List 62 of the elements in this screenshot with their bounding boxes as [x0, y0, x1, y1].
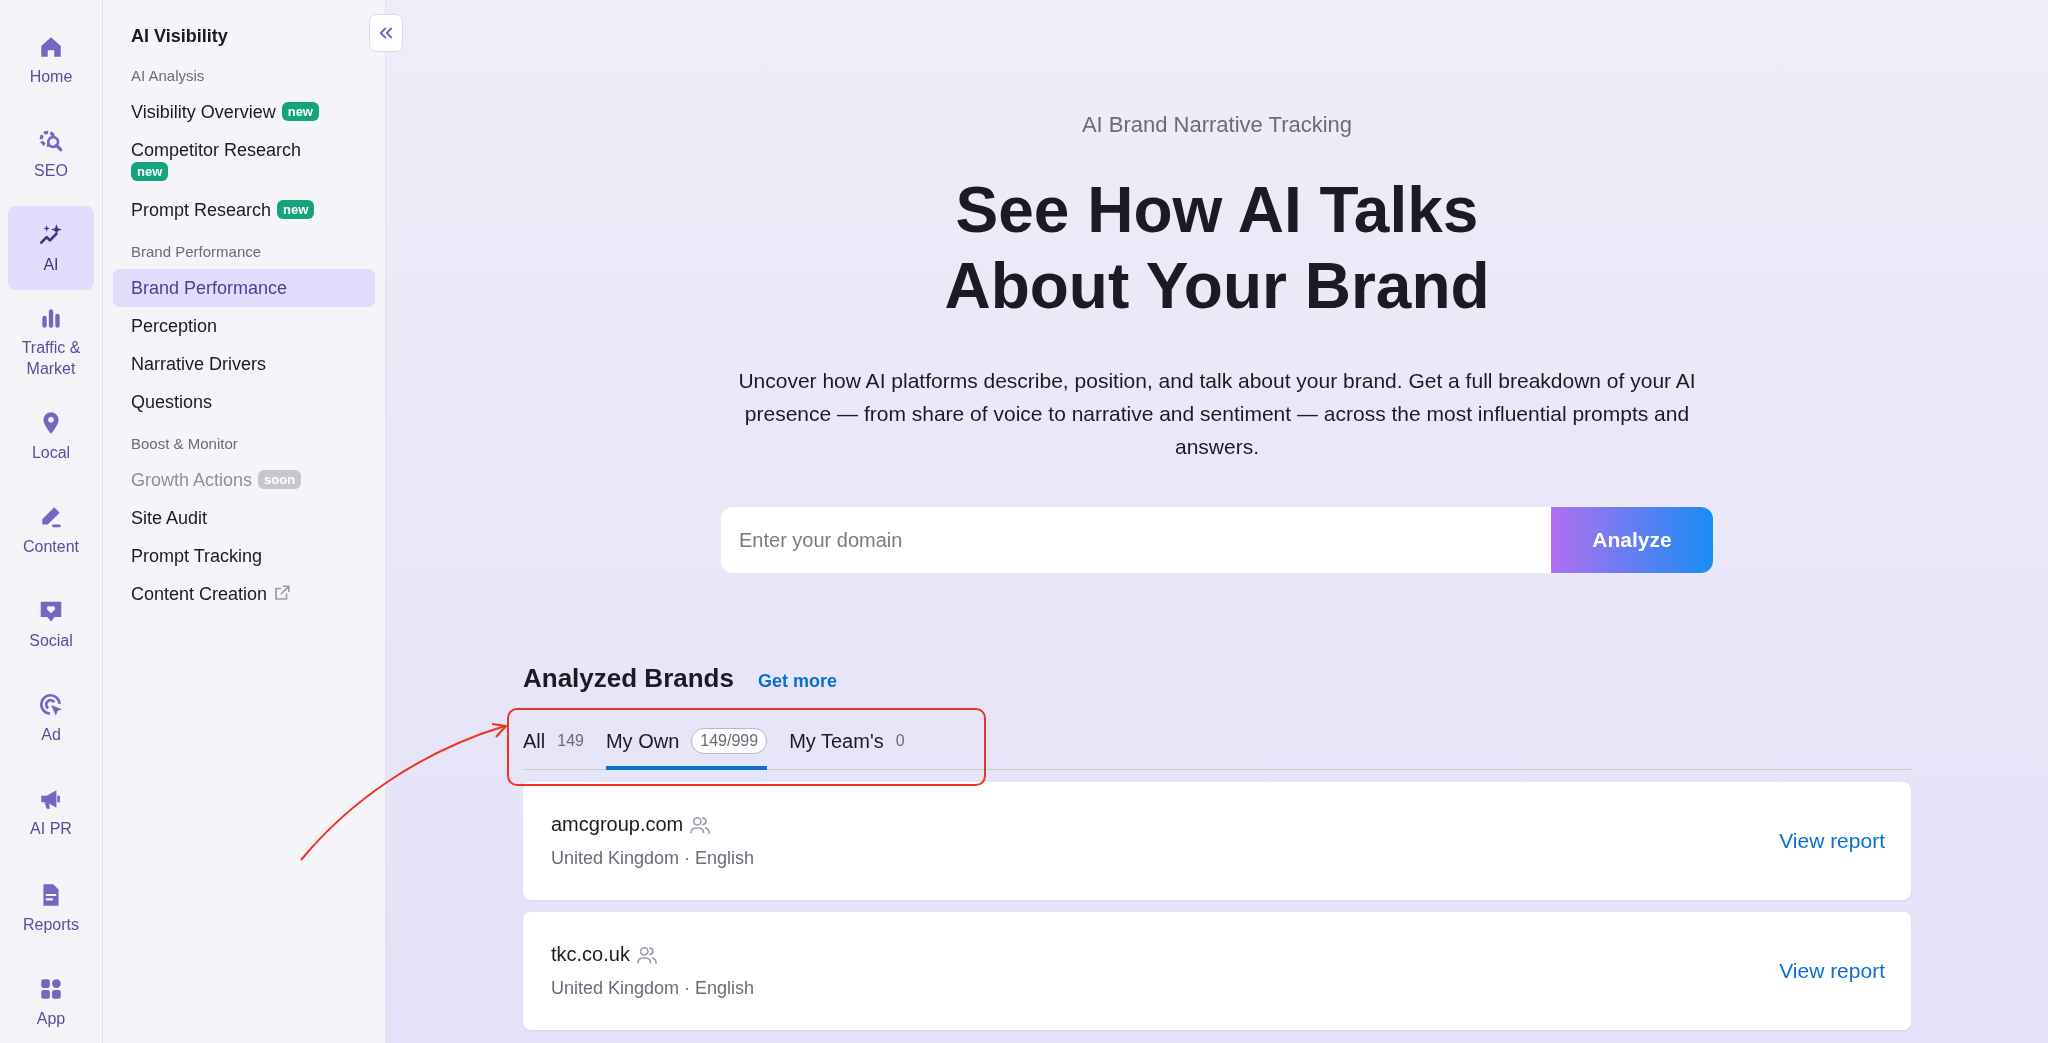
- nav-item[interactable]: AI: [8, 206, 94, 290]
- sidebar-item[interactable]: Content Creation: [113, 575, 339, 613]
- hero-headline: See How AI Talks: [955, 173, 1479, 248]
- view-report-link[interactable]: View report: [1779, 829, 1885, 853]
- sidebar-item[interactable]: Competitor Research new: [113, 131, 339, 191]
- brand-meta: United Kingdom · English: [551, 978, 755, 999]
- tab-count: 149: [557, 732, 584, 750]
- nav-item[interactable]: Home: [8, 18, 94, 102]
- domain-search-field[interactable]: Enter your domain Analyze: [721, 507, 1713, 573]
- sidebar-item[interactable]: Visibility Overview new: [113, 93, 339, 131]
- brand-domain: amcgroup.com: [551, 813, 684, 836]
- sidebar-item[interactable]: Prompt Research new: [113, 191, 339, 229]
- section-title: Analyzed Brands: [523, 663, 734, 694]
- sidebar-title: AI Visibility: [130, 26, 229, 47]
- hero-headline: About Your Brand: [944, 249, 1490, 324]
- sidebar-item-label: Prompt Research: [131, 200, 272, 220]
- tab[interactable]: My Own 149/999: [605, 724, 768, 770]
- collapse-button[interactable]: [369, 14, 403, 52]
- status-badge: new: [277, 200, 315, 219]
- section-heading: AI Analysis: [130, 67, 206, 84]
- tab-count: 0: [895, 732, 905, 750]
- tab-count: 149/999: [691, 728, 768, 754]
- sidebar-item[interactable]: Perception: [113, 307, 339, 345]
- sidebar-item-label: Content Creation: [131, 584, 268, 604]
- nav-item[interactable]: SEO: [8, 112, 94, 196]
- nav-item[interactable]: AI PR: [8, 770, 94, 854]
- nav-item[interactable]: App: [8, 960, 94, 1043]
- section-heading: Boost & Monitor: [130, 435, 239, 452]
- sidebar-item-label: Competitor Research: [131, 140, 302, 160]
- sidebar-item-label: Site Audit: [131, 508, 208, 528]
- hero-description: Uncover how AI platforms describe, position, and talk about your brand. Get a full breakdown of your AI presence — from share of voice to narrative and sentiment — across the most influential prompts and answers.: [737, 368, 1697, 460]
- sidebar-item[interactable]: Brand Performance: [113, 269, 375, 307]
- sidebar-item-label: Visibility Overview: [131, 102, 276, 122]
- hero-eyebrow: AI Brand Narrative Tracking: [1081, 112, 1353, 138]
- target-cursor-icon: [38, 691, 64, 718]
- sidebar-item-label: Prompt Tracking: [131, 546, 263, 566]
- tab[interactable]: All 149: [523, 724, 584, 770]
- status-badge: new: [281, 102, 319, 121]
- analyze-button[interactable]: Analyze: [1551, 507, 1713, 573]
- nav-item[interactable]: Social: [8, 582, 94, 666]
- brand-meta: United Kingdom · English: [551, 848, 755, 869]
- get-more-link[interactable]: Get more: [757, 671, 837, 692]
- section-heading: Brand Performance: [130, 243, 263, 260]
- sidebar-item[interactable]: Site Audit: [113, 499, 339, 537]
- sidebar-item[interactable]: Narrative Drivers: [113, 345, 339, 383]
- tab[interactable]: My Team's 0: [789, 724, 905, 770]
- sidebar-item-label: Perception: [131, 316, 218, 336]
- nav-item[interactable]: Content: [8, 488, 94, 572]
- sidebar-item[interactable]: Prompt Tracking: [113, 537, 339, 575]
- sidebar-item[interactable]: Questions: [113, 383, 339, 421]
- status-badge: new: [131, 162, 169, 181]
- sidebar-item-label: Narrative Drivers: [131, 354, 267, 374]
- nav-item[interactable]: Reports: [8, 866, 94, 950]
- nav-item[interactable]: Ad: [8, 676, 94, 760]
- sidebar-item-label: Questions: [131, 392, 213, 412]
- view-report-link[interactable]: View report: [1779, 959, 1885, 983]
- nav-item[interactable]: Traffic & Market: [8, 300, 94, 384]
- nav-item[interactable]: Local: [8, 394, 94, 478]
- sidebar-item-label: Growth Actions: [131, 470, 253, 490]
- sidebar-item-label: Brand Performance: [131, 278, 288, 298]
- brand-domain: tkc.co.uk: [551, 943, 630, 966]
- status-badge: soon: [258, 470, 302, 489]
